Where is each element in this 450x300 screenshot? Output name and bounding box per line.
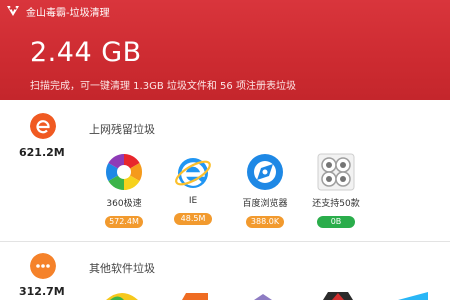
more-apps-icon [317, 153, 355, 191]
app-icon-partial[interactable] [252, 294, 274, 300]
category-title: 上网残留垃圾 [89, 123, 155, 136]
app-icon-partial[interactable] [398, 292, 428, 300]
app-icon-partial[interactable] [320, 291, 356, 300]
app-name: 百度浏览器 [242, 199, 288, 209]
app-size-badge: 48.5M [174, 213, 212, 225]
kingsoft-logo-icon [7, 6, 19, 16]
app-item-360-browser[interactable]: 360极速 572.4M [89, 152, 159, 228]
scan-summary: 扫描完成，可一键清理 1.3GB 垃圾文件和 56 项注册表垃圾 [30, 81, 296, 92]
category-title: 其他软件垃圾 [89, 262, 155, 275]
app-item-baidu-browser[interactable]: 百度浏览器 388.0K [230, 152, 300, 228]
app-item-more-supported[interactable]: 还支持50款 0B [301, 152, 371, 228]
window-title: 金山毒霸-垃圾清理 [26, 7, 110, 19]
header-banner: 金山毒霸-垃圾清理 2.44 GB 扫描完成，可一键清理 1.3GB 垃圾文件和… [0, 0, 450, 100]
category-size: 312.7M [19, 285, 65, 298]
app-name: 还支持50款 [312, 199, 360, 209]
app-item-ie[interactable]: IE 48.5M [158, 152, 228, 225]
app-name: 360极速 [106, 199, 142, 209]
ie-e-icon [30, 113, 56, 139]
baidu-browser-icon [247, 154, 283, 190]
app-size-badge: 0B [317, 216, 355, 228]
category-size: 621.2M [19, 146, 65, 159]
ie-icon [175, 158, 211, 188]
app-size-badge: 572.4M [105, 216, 143, 228]
total-junk-size: 2.44 GB [30, 37, 142, 68]
app-icon-partial[interactable] [104, 290, 140, 300]
more-dots-icon [30, 253, 56, 279]
title-bar: 金山毒霸-垃圾清理 [6, 3, 110, 19]
junk-list: 621.2M 上网残留垃圾 360极速 572.4M IE 48.5M 百度浏览… [0, 100, 450, 300]
app-icon-partial[interactable] [178, 293, 212, 300]
360-browser-icon [105, 154, 143, 190]
app-name: IE [188, 196, 198, 206]
app-size-badge: 388.0K [246, 216, 284, 228]
category-divider [0, 241, 450, 242]
